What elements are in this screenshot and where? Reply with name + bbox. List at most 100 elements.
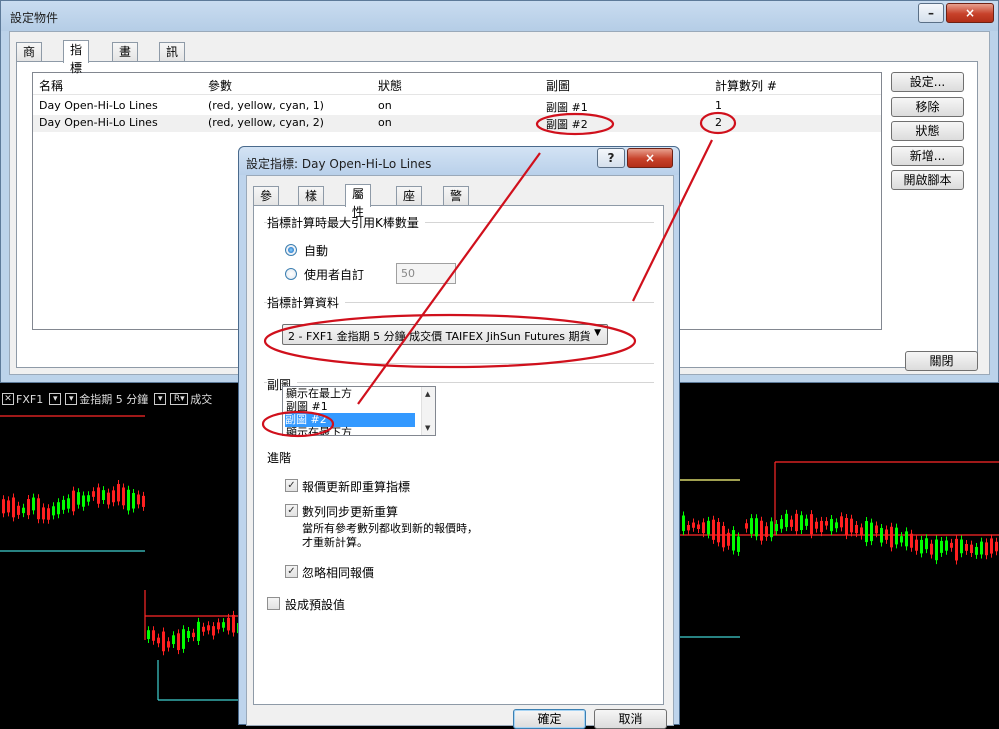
max-bars-input[interactable]	[396, 263, 456, 284]
candle-body	[222, 622, 225, 628]
candle-body	[915, 539, 918, 551]
candle-body	[870, 522, 873, 542]
table-row[interactable]: Day Open-Hi-Lo Lines (red, yellow, cyan,…	[33, 115, 881, 132]
dialog-titlebar[interactable]: 設定指標: Day Open-Hi-Lo Lines ? ×	[239, 147, 679, 175]
table-row[interactable]: Day Open-Hi-Lo Lines (red, yellow, cyan,…	[33, 98, 881, 115]
listbox-scrollbar[interactable]: ▲ ▼	[421, 387, 435, 435]
candle-body	[970, 544, 973, 554]
symbol-dropdown-icon[interactable]: ▾	[49, 393, 62, 405]
candle-body	[820, 520, 823, 533]
candle-body	[687, 524, 690, 531]
close-chart-icon[interactable]: ✕	[2, 393, 14, 405]
candle-body	[890, 526, 893, 548]
candle-body	[875, 525, 878, 534]
tab-properties[interactable]: 屬性	[345, 184, 372, 219]
help-button[interactable]: ?	[597, 148, 625, 168]
dropdown-arrow-icon: ▼	[594, 328, 601, 338]
minimize-button[interactable]: –	[918, 3, 944, 23]
candle-body	[142, 495, 145, 507]
candle-body	[117, 484, 120, 502]
candle-body	[920, 539, 923, 554]
open-script-button[interactable]: 開啟腳本	[891, 170, 964, 190]
interval-dropdown-icon[interactable]: ▾	[154, 393, 167, 405]
candle-body	[712, 519, 715, 540]
auto-radio[interactable]	[285, 244, 297, 256]
list-item[interactable]: 顯示在最下方	[286, 426, 416, 435]
candle-body	[750, 518, 753, 534]
candle-body	[2, 499, 5, 514]
chart-symbol: FXF1	[16, 392, 44, 406]
column-subchart[interactable]: 副圖	[546, 77, 570, 94]
candle-body	[935, 539, 938, 561]
user-defined-radio[interactable]	[285, 268, 297, 280]
status-button[interactable]: 狀態	[891, 121, 964, 141]
indicator-settings-dialog: 設定指標: Day Open-Hi-Lo Lines ? × 參數 樣式 屬性 …	[238, 146, 680, 729]
row-status: on	[378, 99, 392, 112]
cancel-button[interactable]: 取消	[594, 709, 667, 729]
tab-product[interactable]: 商品	[16, 42, 43, 77]
column-status[interactable]: 狀態	[378, 77, 402, 94]
row-name: Day Open-Hi-Lo Lines	[39, 116, 158, 129]
user-defined-label: 使用者自訂	[304, 268, 365, 282]
candle-body	[825, 521, 828, 526]
sync-note-line2: 才重新計算。	[302, 536, 368, 549]
candle-body	[975, 546, 978, 555]
row-params: (red, yellow, cyan, 1)	[208, 99, 324, 112]
list-item[interactable]: 副圖 #1	[286, 400, 416, 414]
candle-body	[707, 520, 710, 535]
tab-signal[interactable]: 訊號	[159, 42, 186, 77]
data-source-dropdown[interactable]: 2 - FXF1 金指期 5 分鐘 成交價 TAIFEX JihSun Futu…	[282, 324, 608, 345]
list-item-selected[interactable]: 副圖 #2	[285, 413, 415, 427]
tab-parameters[interactable]: 參數	[253, 186, 280, 221]
candle-body	[805, 518, 808, 526]
candle-body	[217, 622, 220, 630]
candle-body	[945, 540, 948, 551]
candle-body	[737, 536, 740, 552]
scroll-up-icon[interactable]: ▲	[425, 390, 430, 398]
candle-body	[835, 522, 838, 529]
candle-body	[107, 492, 110, 505]
candle-body	[990, 538, 993, 554]
candle-body	[995, 541, 998, 552]
subchart-listbox[interactable]: 顯示在最上方 副圖 #1 副圖 #2 顯示在最下方 ▲ ▼	[282, 386, 436, 436]
column-name[interactable]: 名稱	[39, 77, 63, 94]
set-default-label: 設成預設值	[285, 598, 346, 612]
update-recalc-checkbox[interactable]: ✓	[285, 479, 298, 492]
tab-drawing[interactable]: 畫線	[112, 42, 139, 77]
ok-button[interactable]: 確定	[513, 709, 586, 729]
close-button[interactable]: 關閉	[905, 351, 978, 371]
candle-body	[7, 500, 10, 513]
symbol-menu-icon[interactable]: ▾	[65, 393, 78, 405]
add-button[interactable]: 新增...	[891, 146, 964, 166]
r-menu-icon[interactable]: R▾	[170, 393, 189, 405]
candle-body	[790, 519, 793, 527]
dialog-close-button[interactable]: ×	[627, 148, 673, 168]
remove-button[interactable]: 移除	[891, 97, 964, 117]
settings-window-titlebar[interactable]: 設定物件 – ×	[1, 1, 998, 31]
candle-body	[162, 631, 165, 652]
column-params[interactable]: 參數	[208, 77, 232, 94]
list-item[interactable]: 顯示在最上方	[286, 387, 416, 401]
candle-body	[880, 527, 883, 543]
candle-body	[102, 490, 105, 501]
ignore-same-checkbox[interactable]: ✓	[285, 565, 298, 578]
candle-body	[860, 527, 863, 536]
sync-recalc-checkbox[interactable]: ✓	[285, 504, 298, 517]
tab-style[interactable]: 樣式	[298, 186, 325, 221]
close-window-button[interactable]: ×	[946, 3, 994, 23]
column-series[interactable]: 計算數列 #	[715, 77, 777, 94]
candle-body	[32, 497, 35, 511]
candle-body	[785, 513, 788, 528]
tab-axis[interactable]: 座標	[396, 186, 423, 221]
candle-body	[955, 538, 958, 561]
set-default-checkbox[interactable]	[267, 597, 280, 610]
candle-body	[980, 541, 983, 555]
scroll-down-icon[interactable]: ▼	[425, 424, 430, 432]
candle-body	[815, 521, 818, 529]
tab-alert[interactable]: 警示	[443, 186, 470, 221]
dialog-client: 參數 樣式 屬性 座標 警示 指標計算時最大引用K棒數量 自動 使用者自訂 指標…	[246, 175, 674, 729]
settings-button[interactable]: 設定...	[891, 72, 964, 92]
candle-body	[985, 542, 988, 556]
tab-indicator[interactable]: 指標	[63, 40, 90, 75]
candle-body	[27, 499, 30, 516]
